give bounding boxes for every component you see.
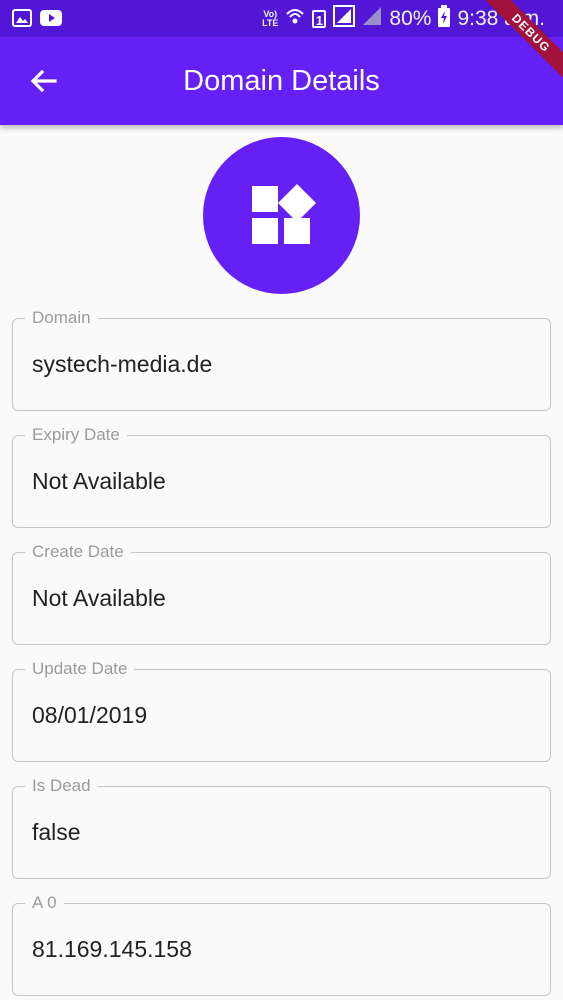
- field-value: 08/01/2019: [32, 702, 148, 728]
- sim-icon: 1: [312, 10, 327, 28]
- expiry-date-field[interactable]: Expiry Date Not Available: [12, 425, 551, 528]
- field-label: Expiry Date: [25, 425, 127, 445]
- notification-icons: [12, 9, 62, 32]
- app-bar: Domain Details: [0, 37, 563, 125]
- field-value: Not Available: [32, 468, 166, 494]
- field-value: false: [32, 819, 81, 845]
- field-value: 81.169.145.158: [32, 936, 192, 962]
- youtube-icon: [40, 9, 62, 32]
- field-value: systech-media.de: [32, 351, 213, 377]
- volte-indicator: Vo) LTE: [262, 10, 278, 28]
- is-dead-field[interactable]: Is Dead false: [12, 776, 551, 879]
- battery-charging-icon: [438, 5, 451, 33]
- field-label: Domain: [25, 308, 98, 328]
- image-icon: [12, 9, 32, 32]
- field-value: Not Available: [32, 585, 166, 611]
- update-date-field[interactable]: Update Date 08/01/2019: [12, 659, 551, 762]
- field-label: Create Date: [25, 542, 131, 562]
- status-bar: Vo) LTE 1 80% 9:38 a.m.: [0, 0, 563, 37]
- widgets-icon: [252, 184, 316, 244]
- field-label: Is Dead: [25, 776, 98, 796]
- a-record-field[interactable]: A 0 81.169.145.158: [12, 893, 551, 996]
- domain-avatar: [203, 137, 360, 294]
- create-date-field[interactable]: Create Date Not Available: [12, 542, 551, 645]
- signal-empty-icon: [362, 6, 382, 32]
- battery-percent: 80%: [389, 7, 432, 30]
- lte-label: LTE: [262, 18, 279, 28]
- signal-icon: [333, 5, 356, 33]
- domain-field[interactable]: Domain systech-media.de: [12, 308, 551, 411]
- page-title: Domain Details: [183, 65, 380, 97]
- wifi-icon: [285, 6, 305, 32]
- field-label: A 0: [25, 893, 64, 913]
- field-label: Update Date: [25, 659, 135, 679]
